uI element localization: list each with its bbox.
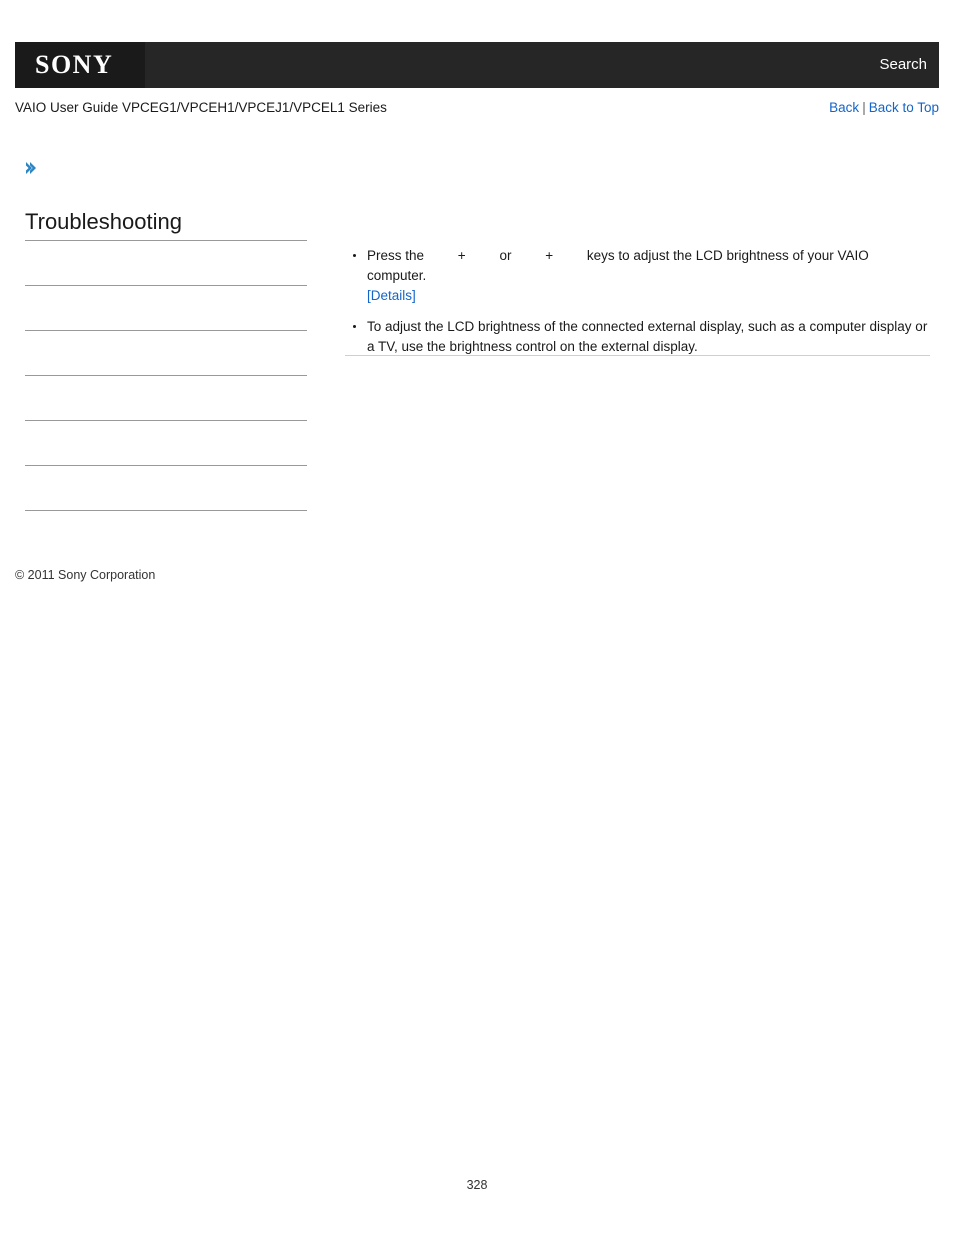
content-divider bbox=[345, 355, 930, 356]
back-link[interactable]: Back bbox=[829, 100, 859, 115]
chevron-double-right-icon[interactable] bbox=[25, 160, 39, 176]
instruction-list: Press the + or + keys to adjust the LCD … bbox=[345, 246, 930, 357]
guide-title: VAIO User Guide VPCEG1/VPCEH1/VPCEJ1/VPC… bbox=[15, 100, 387, 115]
f5-key-image bbox=[468, 250, 496, 263]
header-nav-links: Back | Back to Top bbox=[829, 100, 939, 115]
sidebar-item-4[interactable] bbox=[25, 375, 307, 420]
plus-sign-2: + bbox=[545, 248, 554, 263]
sidebar-item-3[interactable] bbox=[25, 330, 307, 375]
page-title: Troubleshooting bbox=[25, 209, 182, 234]
nav-separator: | bbox=[862, 100, 866, 115]
sidebar-nav-list bbox=[25, 240, 307, 555]
f6-key-image bbox=[555, 250, 583, 263]
site-header: SONY Search bbox=[15, 42, 939, 88]
sony-logo[interactable]: SONY bbox=[15, 42, 145, 88]
fn-key-image-2 bbox=[515, 250, 543, 263]
bullet-text: To adjust the LCD brightness of the conn… bbox=[367, 319, 928, 354]
list-item: Press the + or + keys to adjust the LCD … bbox=[345, 246, 930, 306]
bullet-text-lead: Press the bbox=[367, 248, 425, 263]
sidebar-item-1[interactable] bbox=[25, 240, 307, 285]
plus-sign: + bbox=[457, 248, 466, 263]
back-to-top-link[interactable]: Back to Top bbox=[869, 100, 939, 115]
main-content: Press the + or + keys to adjust the LCD … bbox=[345, 246, 930, 368]
sidebar-item-6[interactable] bbox=[25, 465, 307, 510]
copyright-text: © 2011 Sony Corporation bbox=[15, 568, 156, 582]
list-item: To adjust the LCD brightness of the conn… bbox=[345, 317, 930, 357]
sidebar-item-2[interactable] bbox=[25, 285, 307, 330]
fn-key-image bbox=[428, 250, 456, 263]
bullet-text-conjunction: or bbox=[499, 248, 512, 263]
sony-logo-text: SONY bbox=[35, 50, 114, 79]
details-link[interactable]: [Details] bbox=[367, 288, 416, 303]
sidebar-item-5[interactable] bbox=[25, 420, 307, 465]
sidebar-item-7[interactable] bbox=[25, 510, 307, 555]
sidebar: Troubleshooting bbox=[25, 160, 307, 555]
search-link[interactable]: Search bbox=[879, 42, 927, 88]
subheader: VAIO User Guide VPCEG1/VPCEH1/VPCEJ1/VPC… bbox=[15, 100, 939, 122]
page-number: 328 bbox=[466, 1178, 488, 1192]
